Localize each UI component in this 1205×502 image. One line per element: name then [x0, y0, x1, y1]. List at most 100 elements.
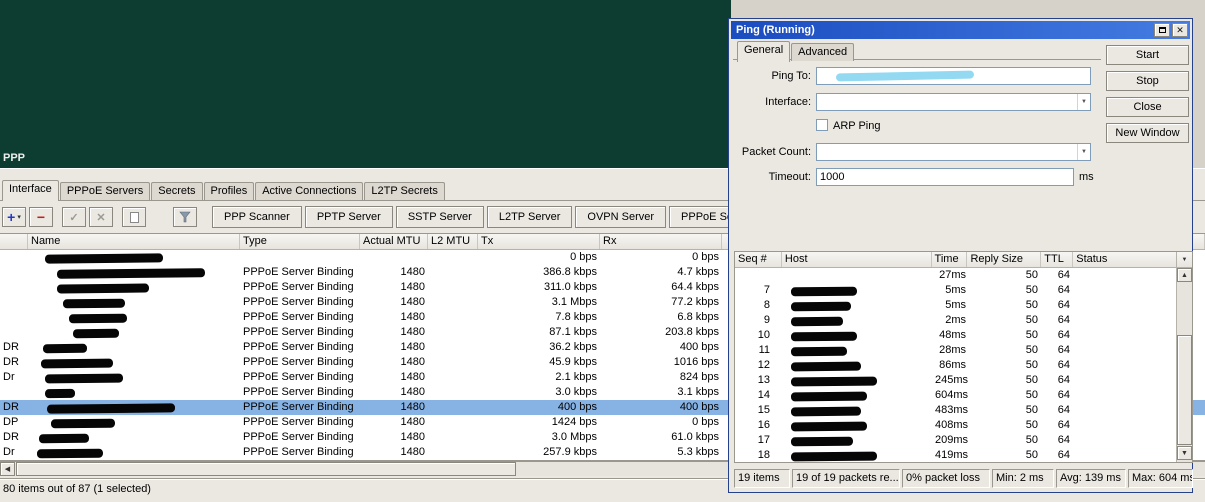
- row-rx: 400 bps: [679, 401, 719, 413]
- close-button[interactable]: Close: [1106, 97, 1189, 117]
- row-time: 209ms: [935, 434, 968, 446]
- sstp-server-button[interactable]: SSTP Server: [395, 206, 484, 228]
- row-tx: 257.9 kbps: [543, 446, 597, 458]
- scroll-down-button[interactable]: ▼: [1177, 446, 1192, 460]
- row-tx: 400 bps: [557, 401, 597, 413]
- ppp-scanner-button[interactable]: PPP Scanner: [212, 206, 302, 228]
- ppp-tab-secrets[interactable]: Secrets: [151, 182, 203, 200]
- row-seq: 11: [758, 344, 770, 356]
- ppp-tab-l2tp-secrets[interactable]: L2TP Secrets: [364, 182, 445, 200]
- remove-button[interactable]: −: [29, 207, 53, 227]
- arp-ping-checkbox[interactable]: [816, 119, 828, 131]
- row-name: [28, 340, 240, 355]
- row-type: PPPoE Server Binding: [243, 446, 354, 458]
- ping-table-row[interactable]: 18 419ms 50 64: [735, 448, 1192, 462]
- row-reply-size: 50: [1025, 374, 1038, 386]
- redacted-name: [36, 448, 104, 459]
- ppp-column-header-name[interactable]: Name: [28, 234, 240, 249]
- ping-column-header-reply-size[interactable]: Reply Size: [967, 252, 1042, 267]
- row-actual-mtu: 1480: [400, 416, 425, 428]
- ping-to-input[interactable]: [816, 67, 1091, 85]
- enable-button[interactable]: ✓: [62, 207, 86, 227]
- add-button[interactable]: + ▾: [2, 207, 26, 227]
- row-reply-size: 50: [1025, 389, 1038, 401]
- chevron-down-icon[interactable]: ▼: [1077, 144, 1090, 160]
- row-status: [1074, 418, 1179, 433]
- chevron-down-icon[interactable]: ▼: [1077, 94, 1090, 110]
- row-time: 5ms: [945, 299, 966, 311]
- ppp-column-header-type[interactable]: Type: [240, 234, 360, 249]
- new-window-button[interactable]: New Window: [1106, 123, 1189, 143]
- ping-tab-advanced[interactable]: Advanced: [791, 43, 855, 61]
- chevron-down-icon: ▾: [17, 214, 21, 221]
- start-button[interactable]: Start: [1106, 45, 1189, 65]
- ping-table-row[interactable]: 17 209ms 50 64: [735, 433, 1192, 448]
- restore-icon: [1158, 27, 1166, 33]
- row-status: [1074, 313, 1179, 328]
- ppp-tab-interface[interactable]: Interface: [2, 180, 59, 201]
- restore-button[interactable]: [1154, 23, 1170, 37]
- row-name: [28, 415, 240, 430]
- row-host: [782, 343, 932, 358]
- ping-column-header-status[interactable]: Status: [1073, 252, 1178, 267]
- timeout-input[interactable]: 1000: [816, 168, 1074, 186]
- disable-button[interactable]: ✕: [89, 207, 113, 227]
- comment-button[interactable]: [122, 207, 146, 227]
- ping-table-row[interactable]: 11 28ms 50 64: [735, 343, 1192, 358]
- ping-table-row[interactable]: 9 2ms 50 64: [735, 313, 1192, 328]
- vertical-scrollbar-thumb[interactable]: [1177, 335, 1192, 445]
- ping-column-header-ttl[interactable]: TTL: [1041, 252, 1074, 267]
- ping-column-header-host[interactable]: Host: [782, 252, 932, 267]
- ppp-tab-bar: Interface PPPoE Servers Secrets Profiles Act…: [2, 180, 446, 201]
- ping-table-row[interactable]: 15 483ms 50 64: [735, 403, 1192, 418]
- row-tx: 311.0 kbps: [543, 281, 597, 293]
- row-time: 2ms: [945, 314, 966, 326]
- row-tx: 3.1 Mbps: [551, 296, 597, 308]
- vertical-scrollbar[interactable]: ▼ ▲ ▼: [1176, 252, 1192, 462]
- ppp-tab-pppoe-servers[interactable]: PPPoE Servers: [59, 182, 151, 200]
- ping-table-row[interactable]: 8 5ms 50 64: [735, 298, 1192, 313]
- row-flags: [0, 310, 28, 325]
- interface-dropdown[interactable]: ▼: [816, 93, 1091, 111]
- ping-table-row[interactable]: 13 245ms 50 64: [735, 373, 1192, 388]
- redacted-name: [44, 253, 164, 264]
- row-flags: DR: [3, 341, 19, 353]
- ping-table-row[interactable]: 14 604ms 50 64: [735, 388, 1192, 403]
- row-host: [782, 373, 932, 388]
- redacted-name: [50, 418, 116, 429]
- ppp-column-header-l2-mtu[interactable]: L2 MTU: [428, 234, 478, 249]
- row-seq: [735, 268, 782, 283]
- column-select-button[interactable]: ▼: [1177, 252, 1192, 268]
- close-button[interactable]: ✕: [1172, 23, 1188, 37]
- scroll-up-button[interactable]: ▲: [1177, 268, 1192, 282]
- row-l2-mtu: [428, 430, 478, 445]
- stop-button[interactable]: Stop: [1106, 71, 1189, 91]
- filter-button[interactable]: [173, 207, 197, 227]
- ping-column-header-seq[interactable]: Seq #: [735, 252, 782, 267]
- ping-status-bar: 19 items 19 of 19 packets re... 0% packet …: [734, 469, 1193, 489]
- row-flags: [0, 265, 28, 280]
- ppp-column-header-rx[interactable]: Rx: [600, 234, 722, 249]
- row-reply-size: 50: [1025, 359, 1038, 371]
- ping-tab-general[interactable]: General: [737, 41, 791, 62]
- ping-table-row[interactable]: 10 48ms 50 64: [735, 328, 1192, 343]
- ppp-tab-profiles[interactable]: Profiles: [203, 182, 255, 200]
- ping-table-row[interactable]: 7 5ms 50 64: [735, 283, 1192, 298]
- row-l2-mtu: [428, 325, 478, 340]
- ping-table-row[interactable]: 12 86ms 50 64: [735, 358, 1192, 373]
- horizontal-scrollbar-thumb[interactable]: [16, 462, 516, 476]
- ping-table-row[interactable]: 27ms 50 64: [735, 268, 1192, 283]
- ppp-column-header-tx[interactable]: Tx: [478, 234, 600, 249]
- ppp-column-header-actual-mtu[interactable]: Actual MTU: [360, 234, 428, 249]
- ping-column-header-time[interactable]: Time: [932, 252, 968, 267]
- row-name: [28, 355, 240, 370]
- pptp-server-button[interactable]: PPTP Server: [304, 206, 393, 228]
- l2tp-server-button[interactable]: L2TP Server: [486, 206, 573, 228]
- ping-table-row[interactable]: 16 408ms 50 64: [735, 418, 1192, 433]
- ovpn-server-button[interactable]: OVPN Server: [575, 206, 667, 228]
- ppp-tab-active-connections[interactable]: Active Connections: [255, 182, 364, 200]
- ping-title-bar[interactable]: Ping (Running) ✕: [731, 21, 1190, 39]
- row-time: 408ms: [935, 419, 968, 431]
- scroll-left-button[interactable]: ◀: [0, 462, 15, 476]
- packet-count-dropdown[interactable]: ▼: [816, 143, 1091, 161]
